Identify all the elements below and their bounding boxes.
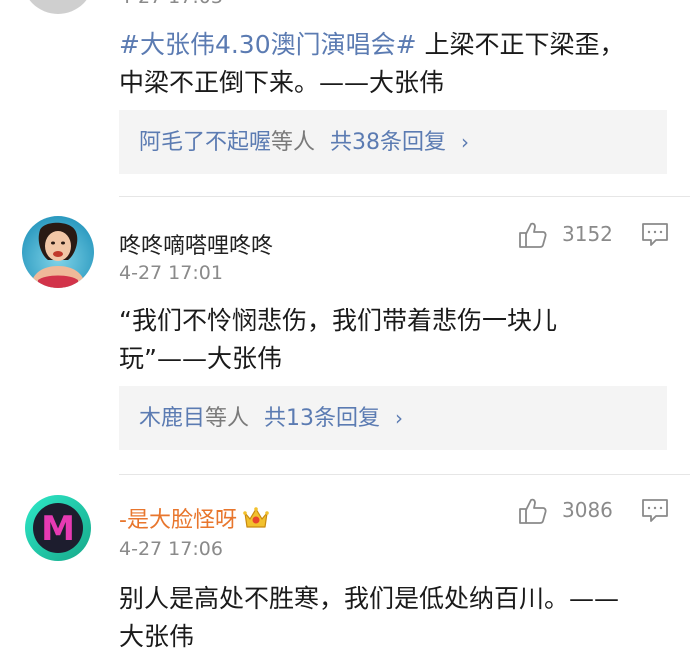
comment-text: 别人是高处不胜寒，我们是低处纳百川。——大张伟 xyxy=(119,584,620,651)
avatar[interactable] xyxy=(22,0,94,14)
like-count: 3152 xyxy=(562,222,613,246)
comment-content: 别人是高处不胜寒，我们是低处纳百川。——大张伟 xyxy=(119,580,639,656)
comment-content: #大张伟4.30澳门演唱会# 上梁不正下梁歪，中梁不正倒下来。——大张伟 xyxy=(119,26,639,102)
comment-icon[interactable] xyxy=(641,222,669,248)
username-text: -是大脸怪呀 xyxy=(119,508,237,533)
avatar[interactable] xyxy=(22,216,94,288)
comment-text: “我们不怜悯悲伤，我们带着悲伤一块儿玩”——大张伟 xyxy=(119,306,557,373)
divider xyxy=(119,196,690,197)
avatar-photo xyxy=(22,216,94,288)
avatar[interactable]: M xyxy=(22,492,94,564)
thumbs-up-icon xyxy=(518,496,548,526)
reply-user-names[interactable]: 木鹿目 xyxy=(139,406,205,431)
avatar-letter: M xyxy=(41,509,75,549)
reply-user-names[interactable]: 阿毛了不起喔 xyxy=(139,130,271,155)
replies-summary[interactable]: 阿毛了不起喔等人 共38条回复 › xyxy=(119,110,667,174)
comment-icon[interactable] xyxy=(641,498,669,524)
avatar-logo: M xyxy=(22,492,94,564)
comment-time: 4-27 17:03 xyxy=(119,0,223,8)
reply-users-suffix: 等人 xyxy=(205,406,250,431)
reply-count-link[interactable]: 共13条回复 xyxy=(264,406,380,431)
like-count: 3086 xyxy=(562,498,613,522)
chevron-right-icon: › xyxy=(395,406,404,430)
comment-time: 4-27 17:06 xyxy=(119,538,223,560)
reply-count-link[interactable]: 共38条回复 xyxy=(330,130,446,155)
reply-users-suffix: 等人 xyxy=(271,130,316,155)
divider xyxy=(119,474,690,475)
topic-hashtag-link[interactable]: #大张伟4.30澳门演唱会# xyxy=(119,30,417,59)
crown-icon xyxy=(243,506,269,536)
comment-content: “我们不怜悯悲伤，我们带着悲伤一块儿玩”——大张伟 xyxy=(119,302,639,378)
username-link[interactable]: 咚咚嘀嗒哩咚咚 xyxy=(119,228,273,260)
username-link[interactable]: -是大脸怪呀 xyxy=(119,502,269,536)
comment-time: 4-27 17:01 xyxy=(119,262,223,284)
replies-summary[interactable]: 木鹿目等人 共13条回复 › xyxy=(119,386,667,450)
chevron-right-icon: › xyxy=(461,130,470,154)
thumbs-up-icon xyxy=(518,220,548,250)
